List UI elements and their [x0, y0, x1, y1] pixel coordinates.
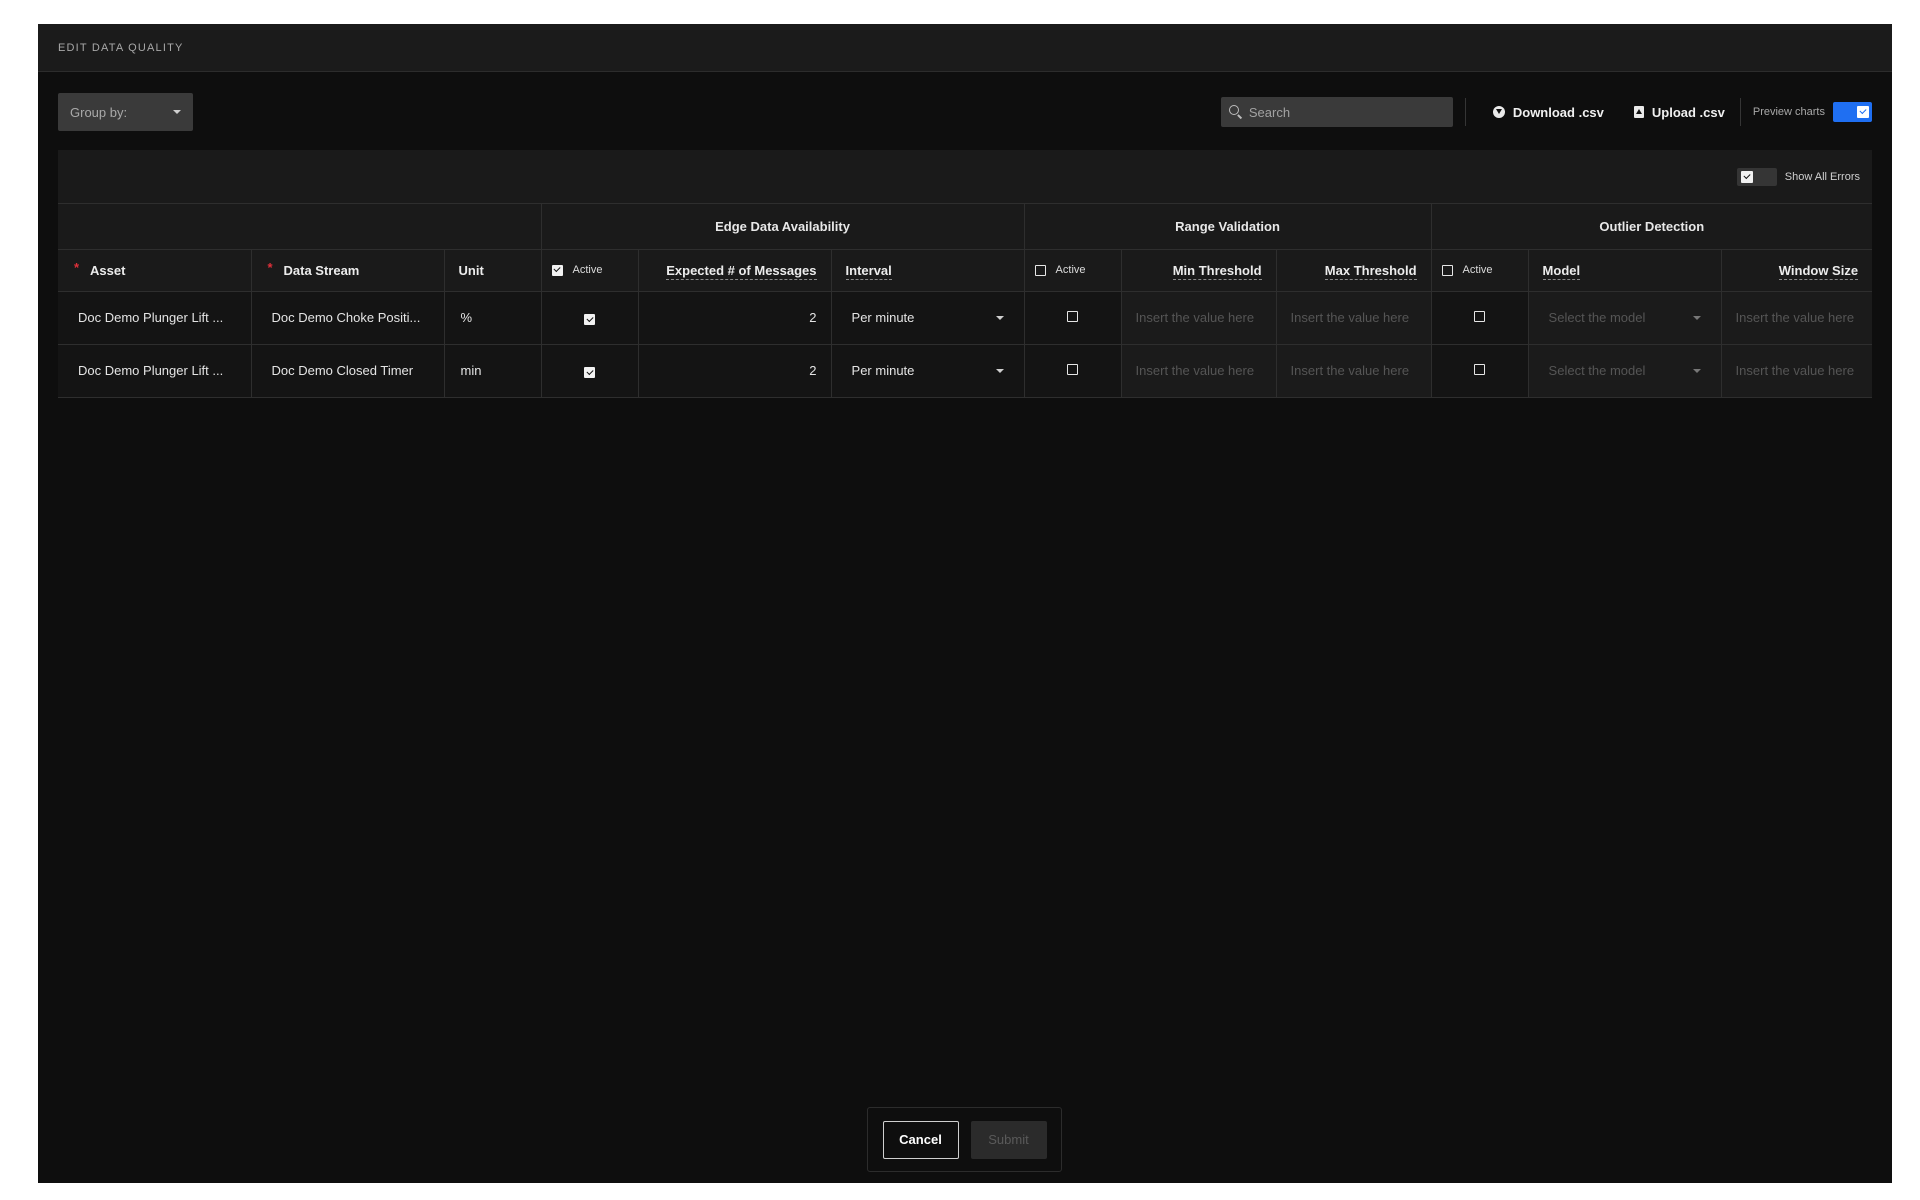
edge-active-checkbox[interactable] [584, 367, 596, 379]
upload-csv-label: Upload .csv [1651, 104, 1725, 120]
min-threshold-input[interactable]: Insert the value here [1121, 344, 1277, 398]
window-size-input[interactable]: Insert the value here [1721, 291, 1873, 345]
header-interval[interactable]: Interval [831, 249, 1025, 292]
table-row: Doc Demo Plunger Lift ... Doc Demo Close… [58, 344, 1873, 398]
search-box[interactable] [1220, 97, 1453, 127]
header-outlier-active[interactable]: Active [1431, 249, 1529, 292]
interval-value: Per minute [851, 310, 915, 325]
search-input[interactable] [1248, 104, 1439, 120]
download-csv-label: Download .csv [1512, 104, 1604, 120]
cell-asset: Doc Demo Plunger Lift ... [58, 344, 252, 398]
range-active-checkbox[interactable] [1067, 311, 1079, 322]
caret-down-icon [173, 110, 181, 114]
cell-unit: min [444, 344, 542, 398]
cell-data-stream: Doc Demo Choke Positi... [251, 291, 445, 345]
preview-charts-label: Preview charts [1752, 106, 1825, 118]
header-window-size[interactable]: Window Size [1721, 249, 1873, 292]
group-outlier-detection: Outlier Detection [1431, 204, 1873, 250]
toolbar-divider [1739, 98, 1741, 126]
cell-data-stream: Doc Demo Closed Timer [251, 344, 445, 398]
download-csv-button[interactable]: Download .csv [1492, 104, 1604, 120]
model-placeholder: Select the model [1548, 310, 1646, 325]
header-unit[interactable]: Unit [444, 249, 542, 292]
edge-active-checkbox[interactable] [584, 314, 596, 326]
cancel-button[interactable]: Cancel [882, 1120, 959, 1159]
cell-range-active [1024, 344, 1122, 398]
table-row: Doc Demo Plunger Lift ... Doc Demo Choke… [58, 291, 1873, 345]
quality-grid: Edge Data Availability Range Validation … [58, 204, 1873, 398]
edge-active-all-checkbox[interactable] [551, 264, 563, 276]
model-select[interactable]: Select the model [1528, 291, 1722, 345]
cell-edge-active [541, 291, 639, 345]
modal-header: EDIT DATA QUALITY [38, 24, 1892, 72]
cell-expected-messages[interactable]: 2 [638, 291, 832, 345]
max-threshold-input[interactable]: Insert the value here [1276, 291, 1432, 345]
upload-csv-button[interactable]: Upload .csv [1633, 104, 1725, 120]
cell-unit: % [444, 291, 542, 345]
header-edge-active[interactable]: Active [541, 249, 639, 292]
window-size-input[interactable]: Insert the value here [1721, 344, 1873, 398]
cell-asset: Doc Demo Plunger Lift ... [58, 291, 252, 345]
group-range-validation: Range Validation [1024, 204, 1432, 250]
column-header-row: * Asset * Data Stream Unit Active Expected… [58, 249, 1873, 292]
upload-file-icon [1633, 106, 1644, 118]
caret-down-icon [995, 368, 1004, 373]
caret-down-icon [1692, 315, 1701, 320]
cell-range-active [1024, 291, 1122, 345]
header-range-active[interactable]: Active [1024, 249, 1122, 292]
modal-footer: Cancel Submit [867, 1107, 1062, 1172]
required-marker: * [267, 259, 273, 275]
edit-data-quality-modal: EDIT DATA QUALITY Group by: Download .cs… [38, 24, 1892, 1183]
max-threshold-input[interactable]: Insert the value here [1276, 344, 1432, 398]
model-select[interactable]: Select the model [1528, 344, 1722, 398]
header-max-threshold[interactable]: Max Threshold [1276, 249, 1432, 292]
data-quality-table: Show All Errors Edge Data Availability R… [58, 150, 1873, 398]
download-icon [1492, 106, 1505, 118]
group-edge-data-availability: Edge Data Availability [541, 204, 1025, 250]
min-threshold-input[interactable]: Insert the value here [1121, 291, 1277, 345]
cell-interval[interactable]: Per minute [831, 344, 1025, 398]
header-model[interactable]: Model [1528, 249, 1722, 292]
check-icon [1740, 170, 1753, 183]
submit-button[interactable]: Submit [970, 1120, 1047, 1159]
outlier-active-all-checkbox[interactable] [1441, 264, 1453, 276]
range-active-checkbox[interactable] [1067, 364, 1079, 375]
cell-edge-active [541, 344, 639, 398]
header-asset[interactable]: * Asset [58, 249, 252, 292]
show-all-errors-label: Show All Errors [1784, 170, 1860, 183]
table-toolbar: Show All Errors [58, 150, 1872, 204]
header-data-stream[interactable]: * Data Stream [251, 249, 445, 292]
header-min-threshold[interactable]: Min Threshold [1121, 249, 1277, 292]
caret-down-icon [995, 315, 1004, 320]
preview-charts-toggle[interactable] [1833, 102, 1872, 122]
cell-outlier-active [1431, 291, 1529, 345]
toolbar-divider [1464, 98, 1466, 126]
group-by-label: Group by: [70, 104, 128, 120]
search-icon [1228, 105, 1243, 119]
column-group-row: Edge Data Availability Range Validation … [58, 204, 1873, 250]
cell-interval[interactable]: Per minute [831, 291, 1025, 345]
outlier-active-checkbox[interactable] [1474, 364, 1486, 375]
header-expected-messages[interactable]: Expected # of Messages [638, 249, 832, 292]
range-active-all-checkbox[interactable] [1034, 264, 1046, 276]
outlier-active-checkbox[interactable] [1474, 311, 1486, 322]
cell-outlier-active [1431, 344, 1529, 398]
cell-expected-messages[interactable]: 2 [638, 344, 832, 398]
show-all-errors-toggle[interactable] [1736, 167, 1777, 186]
caret-down-icon [1692, 368, 1701, 373]
group-by-dropdown[interactable]: Group by: [58, 93, 193, 131]
toolbar: Group by: Download .csv Upload .csv Prev… [58, 92, 1872, 132]
check-icon [1857, 106, 1869, 118]
interval-value: Per minute [851, 363, 915, 378]
modal-title: EDIT DATA QUALITY [58, 41, 184, 54]
required-marker: * [74, 259, 80, 275]
model-placeholder: Select the model [1548, 363, 1646, 378]
